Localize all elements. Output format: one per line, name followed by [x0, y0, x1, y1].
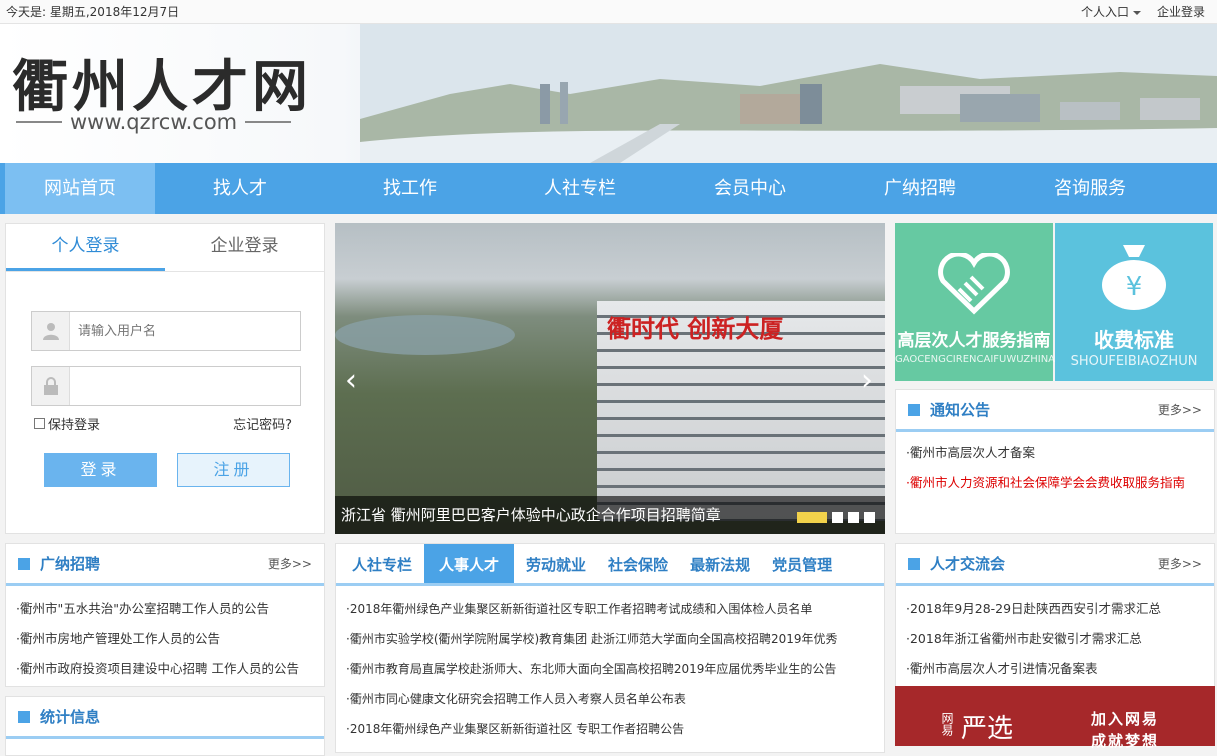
password-input[interactable] [70, 378, 300, 394]
checkbox-icon[interactable] [34, 418, 45, 429]
nav-consulting[interactable]: 咨询服务 [1005, 163, 1175, 214]
heart-handshake-icon [938, 253, 1010, 315]
nav-member-center[interactable]: 会员中心 [665, 163, 835, 214]
login-button[interactable]: 登录 [44, 453, 157, 487]
password-field[interactable] [31, 366, 301, 406]
top-bar: 今天是: 星期五,2018年12月7日 个人入口 企业登录 [0, 0, 1217, 24]
nav-hr-column[interactable]: 人社专栏 [495, 163, 665, 214]
square-bullet-icon [908, 403, 920, 416]
nav-recruitment[interactable]: 广纳招聘 [835, 163, 1005, 214]
square-bullet-icon [908, 557, 920, 570]
stats-panel: 统计信息 [5, 696, 325, 756]
tab-employment[interactable]: 劳动就业 [516, 544, 596, 583]
list-item[interactable]: ·衢州市"五水共治"办公室招聘工作人员的公告 [16, 594, 324, 624]
tab-social-insurance[interactable]: 社会保险 [598, 544, 678, 583]
header-banner: 衢州人才网 www.qzrcw.com [0, 24, 1217, 163]
tile-title: 高层次人才服务指南 [897, 331, 1051, 351]
list-item[interactable]: ·衢州市房地产管理处工作人员的公告 [16, 624, 324, 654]
lock-icon [32, 367, 70, 405]
list-item[interactable]: ·衢州市教育局直属学校赴浙师大、东北师大面向全国高校招聘2019年应届优秀毕业生… [346, 654, 884, 684]
notice-more-link[interactable]: 更多>> [1158, 401, 1202, 418]
talent-service-tile[interactable]: 高层次人才服务指南 GAOCENGCIRENCAIFUWUZHINAN [895, 223, 1063, 381]
hr-news-panel: 人社专栏 人事人才 劳动就业 社会保险 最新法规 党员管理 ·2018年衢州绿色… [335, 543, 885, 753]
list-item[interactable]: ·衢州市实验学校(衢州学院附属学校)教育集团 赴浙江师范大学面向全国高校招聘20… [346, 624, 884, 654]
carousel-dots [797, 512, 875, 523]
tile-subtitle: SHOUFEIBIAOZHUN [1070, 354, 1198, 369]
register-button[interactable]: 注册 [177, 453, 290, 487]
list-item[interactable]: ·2018年衢州绿色产业集聚区新新街道社区专职工作者招聘考试成绩和入围体检人员名… [346, 594, 884, 624]
tile-subtitle: GAOCENGCIRENCAIFUWUZHINAN [895, 354, 1063, 365]
notice-panel: 通知公告 更多>> ·衢州市高层次人才备案 ·衢州市人力资源和社会保障学会会费收取… [895, 389, 1215, 534]
svg-text:¥: ¥ [1126, 272, 1143, 302]
image-carousel[interactable]: 衢时代 创新大厦 ‹ › 浙江省 衢州阿里巴巴客户体验中心政企合作项目招聘简章 [335, 223, 885, 534]
fee-standard-tile[interactable]: ¥ 收费标准 SHOUFEIBIAOZHUN [1055, 223, 1213, 381]
tab-personnel[interactable]: 人事人才 [424, 544, 515, 583]
city-skyline-image [360, 24, 1217, 163]
building-sign: 衢时代 创新大厦 [607, 314, 784, 343]
carousel-dot[interactable] [864, 512, 875, 523]
list-item[interactable]: ·衢州市高层次人才备案 [906, 438, 1214, 468]
carousel-dot[interactable] [832, 512, 843, 523]
tile-title: 收费标准 [1094, 328, 1174, 352]
date-text: 今天是: 星期五,2018年12月7日 [6, 5, 180, 19]
ad-product: 严选 [961, 714, 1014, 744]
forgot-password-link[interactable]: 忘记密码? [233, 414, 292, 433]
list-item[interactable]: ·衢州市高层次人才引进情况备案表 [906, 654, 1214, 684]
personal-entry-link[interactable]: 个人入口 [1081, 3, 1141, 20]
nav-find-job[interactable]: 找工作 [325, 163, 495, 214]
list-item[interactable]: ·衢州市人力资源和社会保障学会会费收取服务指南 [906, 468, 1214, 498]
list-item[interactable]: ·2018年浙江省衢州市赴安徽引才需求汇总 [906, 624, 1214, 654]
main-nav: 网站首页 找人才 找工作 人社专栏 会员中心 广纳招聘 咨询服务 [0, 163, 1217, 214]
recruit-more-link[interactable]: 更多>> [268, 555, 312, 572]
square-bullet-icon [18, 710, 30, 723]
ad-brand: 网易 [940, 712, 954, 736]
user-icon [32, 312, 70, 350]
list-item[interactable]: ·衢州市政府投资项目建设中心招聘 工作人员的公告 [16, 654, 324, 684]
username-field[interactable] [31, 311, 301, 351]
money-bag-icon: ¥ [1102, 245, 1166, 310]
tab-personal-login[interactable]: 个人登录 [6, 224, 165, 271]
chevron-down-icon [1132, 10, 1141, 15]
ad-slogan-1: 加入网易 [1091, 710, 1160, 728]
carousel-caption[interactable]: 浙江省 衢州阿里巴巴客户体验中心政企合作项目招聘简章 [335, 496, 885, 534]
username-input[interactable] [70, 323, 300, 339]
nav-home[interactable]: 网站首页 [5, 163, 155, 214]
carousel-next-icon[interactable]: › [861, 363, 873, 398]
recruit-panel: 广纳招聘 更多>> ·衢州市"五水共治"办公室招聘工作人员的公告 ·衢州市房地产管… [5, 543, 325, 687]
tab-company-login[interactable]: 企业登录 [165, 224, 324, 271]
exchange-more-link[interactable]: 更多>> [1158, 555, 1202, 572]
company-login-link[interactable]: 企业登录 [1157, 3, 1205, 20]
nav-find-talent[interactable]: 找人才 [155, 163, 325, 214]
list-item[interactable]: ·衢州市同心健康文化研究会招聘工作人员入考察人员名单公布表 [346, 684, 884, 714]
carousel-prev-icon[interactable]: ‹ [345, 363, 357, 398]
tab-party-members[interactable]: 党员管理 [762, 544, 842, 583]
ad-slogan-2: 成就梦想 [1091, 732, 1160, 750]
remember-checkbox[interactable]: 保持登录 [34, 414, 100, 433]
square-bullet-icon [18, 557, 30, 570]
carousel-dot[interactable] [848, 512, 859, 523]
tab-regulations[interactable]: 最新法规 [680, 544, 760, 583]
carousel-photo [335, 315, 515, 355]
exchange-panel: 人才交流会 更多>> ·2018年9月28-29日赴陕西西安引才需求汇总 ·201… [895, 543, 1215, 687]
list-item[interactable]: ·2018年9月28-29日赴陕西西安引才需求汇总 [906, 594, 1214, 624]
login-panel: 个人登录 企业登录 保持登录 忘记密码? 登录 注册 [5, 223, 325, 534]
ad-banner[interactable]: 网易 严选 加入网易 成就梦想 [895, 686, 1215, 750]
carousel-dot[interactable] [797, 512, 827, 523]
site-url: www.qzrcw.com [16, 110, 292, 134]
tab-hr-column[interactable]: 人社专栏 [342, 544, 422, 583]
